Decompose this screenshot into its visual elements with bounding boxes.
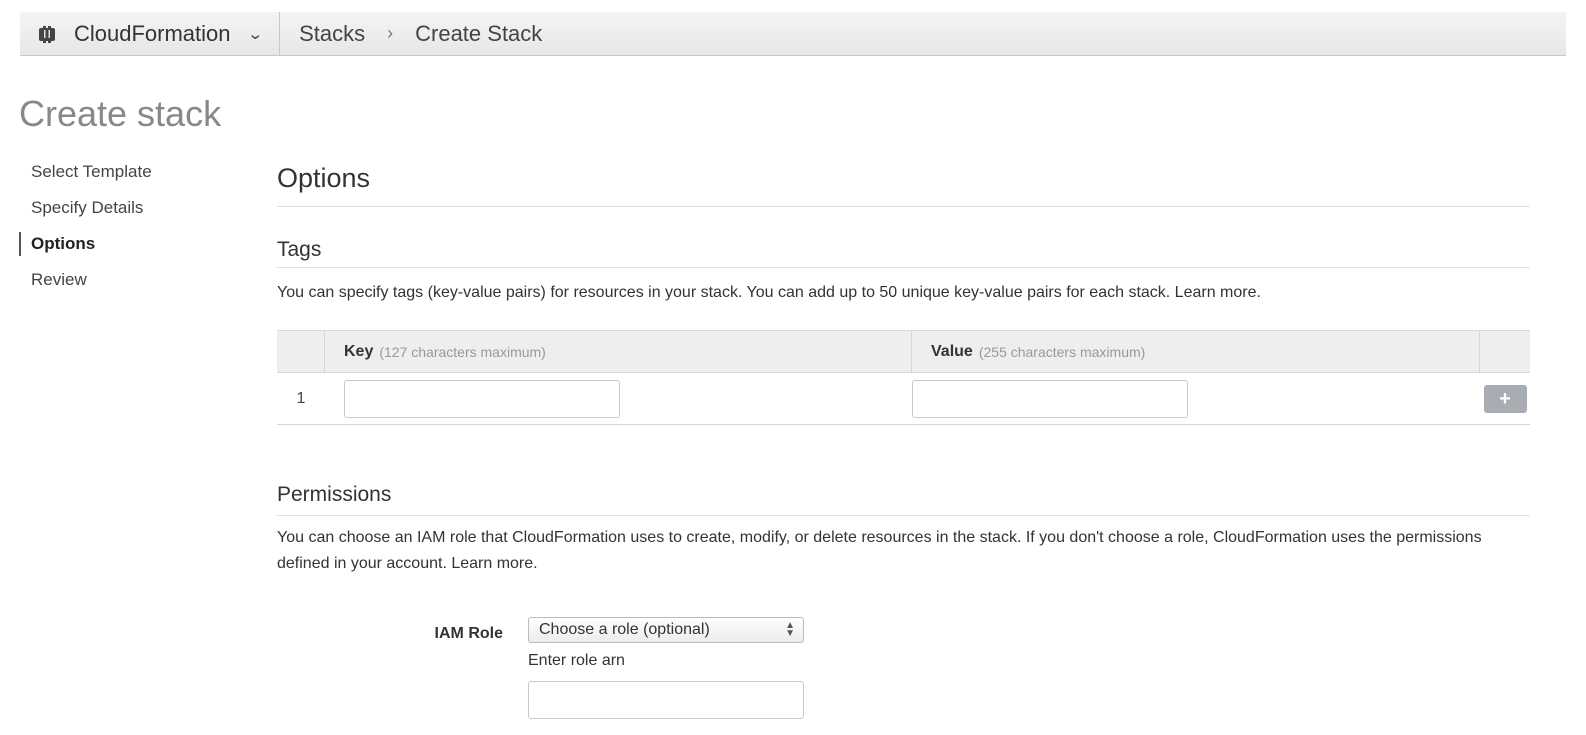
tags-table: Key (127 characters maximum) Value (255 … [277, 330, 1530, 425]
step-options[interactable]: Options [19, 232, 239, 256]
key-header-hint: (127 characters maximum) [379, 343, 546, 360]
permissions-description: You can choose an IAM role that CloudFor… [277, 529, 1482, 572]
cloudformation-icon [38, 25, 56, 43]
updown-icon: ▲ ▼ [785, 620, 795, 639]
row-number: 1 [296, 389, 306, 407]
service-menu[interactable]: CloudFormation ⌄ [20, 12, 281, 55]
key-header-label: Key [344, 342, 374, 360]
iam-role-row: IAM Role Choose a role (optional) ▲ ▼ Ent… [277, 617, 1530, 719]
add-tag-button[interactable]: + [1483, 384, 1527, 413]
tag-key-input[interactable] [344, 379, 620, 418]
tags-title: Tags [277, 238, 1530, 268]
plus-icon: + [1499, 387, 1511, 410]
service-name: CloudFormation [74, 20, 231, 46]
value-header-hint: (255 characters maximum) [978, 343, 1146, 360]
iam-role-select-value: Choose a role (optional) [539, 621, 710, 638]
key-cell [325, 379, 912, 418]
step-review[interactable]: Review [19, 268, 239, 304]
top-navigation-bar: CloudFormation ⌄ Stacks › Create Stack [20, 12, 1566, 56]
iam-role-controls: Choose a role (optional) ▲ ▼ Enter role a… [528, 617, 804, 719]
table-row: 1 + [277, 373, 1530, 424]
options-title: Options [277, 160, 1530, 207]
tags-table-header: Key (127 characters maximum) Value (255 … [277, 330, 1530, 373]
breadcrumb: Stacks › Create Stack [280, 12, 542, 55]
wizard-steps: Select Template Specify Details Options … [19, 160, 239, 304]
breadcrumb-current: Create Stack [415, 20, 543, 46]
page-title: Create stack [19, 93, 222, 134]
tag-value-input[interactable] [912, 379, 1188, 418]
chevron-down-icon[interactable]: ⌄ [247, 25, 263, 43]
tags-description: You can specify tags (key-value pairs) f… [277, 284, 1261, 301]
value-header-label: Value [931, 342, 973, 360]
iam-role-label: IAM Role [434, 625, 503, 642]
value-cell [912, 379, 1480, 418]
key-column-header: Key (127 characters maximum) [325, 331, 912, 372]
value-column-header: Value (255 characters maximum) [912, 331, 1480, 372]
action-column-header [1480, 331, 1530, 372]
breadcrumb-separator: › [387, 23, 394, 43]
step-specify-details[interactable]: Specify Details [19, 196, 239, 232]
row-number-header [277, 331, 325, 372]
step-select-template[interactable]: Select Template [19, 160, 239, 196]
role-arn-input[interactable] [528, 681, 804, 719]
iam-role-select[interactable]: Choose a role (optional) ▲ ▼ [528, 617, 804, 643]
action-cell: + [1480, 384, 1530, 413]
permissions-title: Permissions [277, 483, 1530, 516]
breadcrumb-stacks[interactable]: Stacks [299, 21, 365, 47]
role-arn-label: Enter role arn [528, 652, 625, 669]
options-panel: Options Tags You can specify tags (key-v… [277, 160, 1530, 719]
